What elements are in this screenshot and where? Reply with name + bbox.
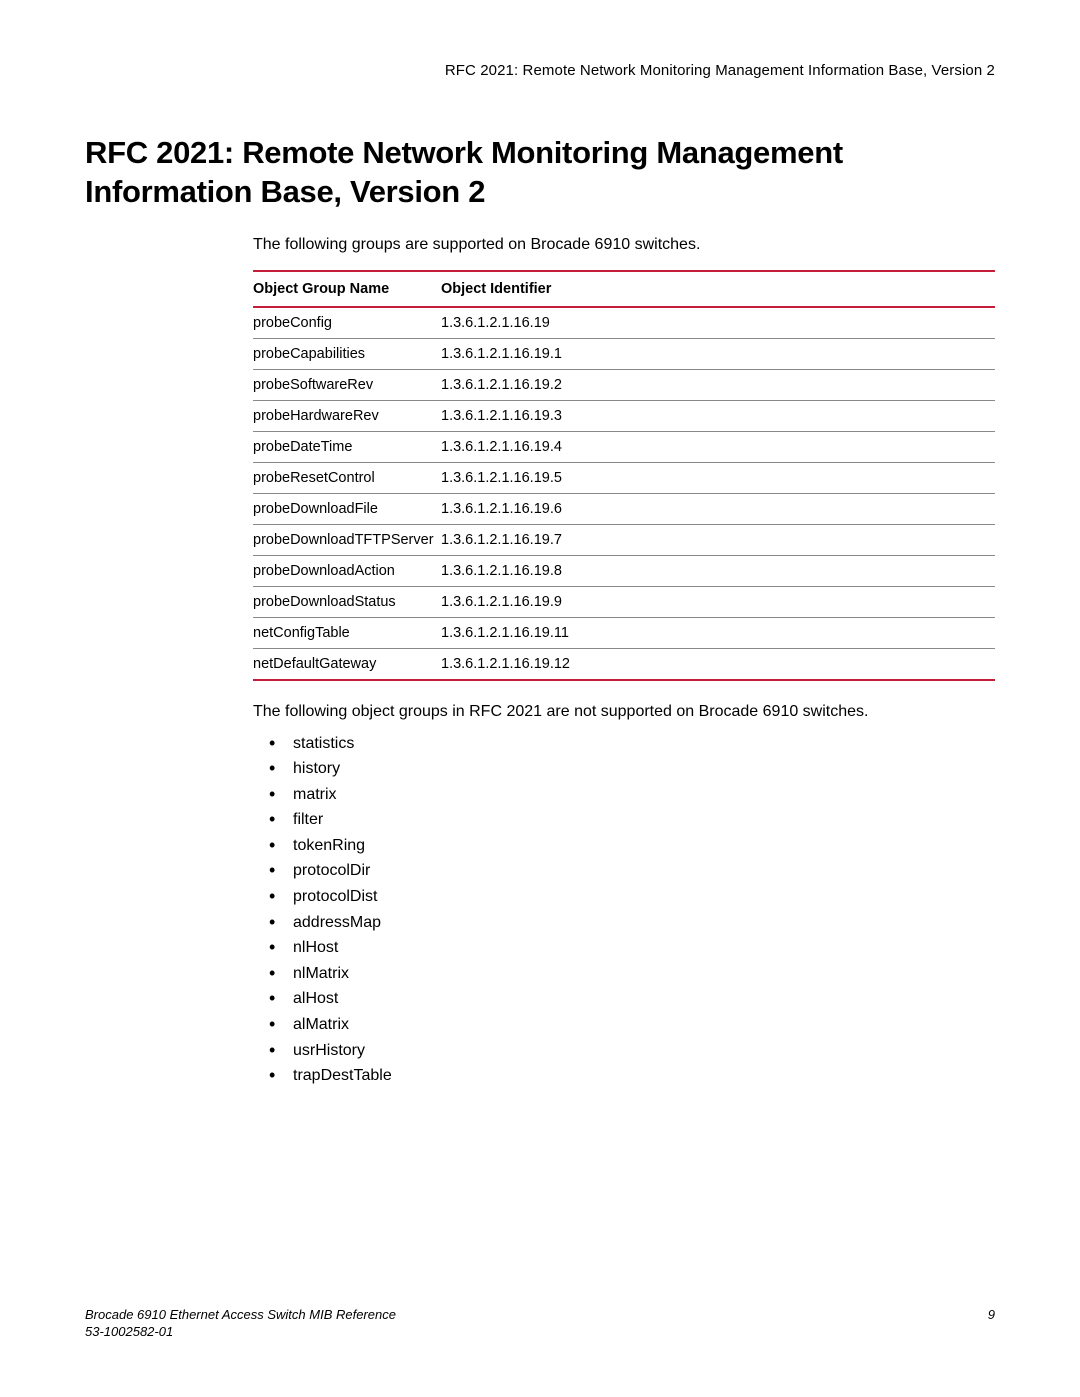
list-item: nlMatrix [263, 961, 995, 987]
list-item: matrix [263, 782, 995, 808]
intro-paragraph: The following groups are supported on Br… [253, 236, 995, 254]
cell-oid: 1.3.6.1.2.1.16.19 [441, 307, 995, 339]
cell-oid: 1.3.6.1.2.1.16.19.6 [441, 493, 995, 524]
page-footer: Brocade 6910 Ethernet Access Switch MIB … [85, 1306, 995, 1341]
object-group-table: Object Group Name Object Identifier prob… [253, 270, 995, 681]
list-item: filter [263, 807, 995, 833]
header-oid: Object Identifier [441, 271, 995, 307]
footer-page-number: 9 [988, 1306, 995, 1324]
cell-oid: 1.3.6.1.2.1.16.19.2 [441, 369, 995, 400]
list-item: history [263, 756, 995, 782]
cell-name: probeDownloadStatus [253, 586, 441, 617]
list-item: alMatrix [263, 1012, 995, 1038]
cell-oid: 1.3.6.1.2.1.16.19.5 [441, 462, 995, 493]
cell-name: probeConfig [253, 307, 441, 339]
table-row: probeDownloadFile1.3.6.1.2.1.16.19.6 [253, 493, 995, 524]
table-row: probeDownloadTFTPServer1.3.6.1.2.1.16.19… [253, 524, 995, 555]
table-body: probeConfig1.3.6.1.2.1.16.19probeCapabil… [253, 307, 995, 680]
list-item: trapDestTable [263, 1063, 995, 1089]
content-block: The following groups are supported on Br… [253, 236, 995, 1089]
cell-oid: 1.3.6.1.2.1.16.19.8 [441, 555, 995, 586]
cell-name: netDefaultGateway [253, 648, 441, 680]
running-header: RFC 2021: Remote Network Monitoring Mana… [85, 62, 995, 79]
unsupported-list: statisticshistorymatrixfiltertokenRingpr… [253, 731, 995, 1089]
cell-name: probeSoftwareRev [253, 369, 441, 400]
cell-oid: 1.3.6.1.2.1.16.19.3 [441, 400, 995, 431]
cell-name: probeDownloadFile [253, 493, 441, 524]
table-row: probeConfig1.3.6.1.2.1.16.19 [253, 307, 995, 339]
cell-oid: 1.3.6.1.2.1.16.19.1 [441, 338, 995, 369]
list-item: usrHistory [263, 1038, 995, 1064]
cell-name: probeCapabilities [253, 338, 441, 369]
table-header-row: Object Group Name Object Identifier [253, 271, 995, 307]
cell-name: probeResetControl [253, 462, 441, 493]
header-name: Object Group Name [253, 271, 441, 307]
footer-left: Brocade 6910 Ethernet Access Switch MIB … [85, 1306, 396, 1341]
cell-oid: 1.3.6.1.2.1.16.19.9 [441, 586, 995, 617]
cell-oid: 1.3.6.1.2.1.16.19.4 [441, 431, 995, 462]
table-row: netConfigTable1.3.6.1.2.1.16.19.11 [253, 617, 995, 648]
cell-name: probeDateTime [253, 431, 441, 462]
unsupported-paragraph: The following object groups in RFC 2021 … [253, 703, 995, 721]
cell-name: probeDownloadTFTPServer [253, 524, 441, 555]
cell-name: probeDownloadAction [253, 555, 441, 586]
cell-oid: 1.3.6.1.2.1.16.19.12 [441, 648, 995, 680]
page-title: RFC 2021: Remote Network Monitoring Mana… [85, 134, 995, 212]
cell-name: netConfigTable [253, 617, 441, 648]
list-item: addressMap [263, 910, 995, 936]
cell-oid: 1.3.6.1.2.1.16.19.11 [441, 617, 995, 648]
list-item: protocolDist [263, 884, 995, 910]
table-row: netDefaultGateway1.3.6.1.2.1.16.19.12 [253, 648, 995, 680]
table-row: probeResetControl1.3.6.1.2.1.16.19.5 [253, 462, 995, 493]
table-row: probeDownloadAction1.3.6.1.2.1.16.19.8 [253, 555, 995, 586]
list-item: statistics [263, 731, 995, 757]
document-page: RFC 2021: Remote Network Monitoring Mana… [0, 0, 1080, 1397]
table-row: probeDateTime1.3.6.1.2.1.16.19.4 [253, 431, 995, 462]
footer-doc-title: Brocade 6910 Ethernet Access Switch MIB … [85, 1306, 396, 1324]
footer-doc-id: 53-1002582-01 [85, 1323, 396, 1341]
table-row: probeHardwareRev1.3.6.1.2.1.16.19.3 [253, 400, 995, 431]
table-row: probeCapabilities1.3.6.1.2.1.16.19.1 [253, 338, 995, 369]
table-row: probeSoftwareRev1.3.6.1.2.1.16.19.2 [253, 369, 995, 400]
cell-oid: 1.3.6.1.2.1.16.19.7 [441, 524, 995, 555]
cell-name: probeHardwareRev [253, 400, 441, 431]
table-row: probeDownloadStatus1.3.6.1.2.1.16.19.9 [253, 586, 995, 617]
list-item: nlHost [263, 935, 995, 961]
list-item: alHost [263, 986, 995, 1012]
list-item: tokenRing [263, 833, 995, 859]
list-item: protocolDir [263, 858, 995, 884]
